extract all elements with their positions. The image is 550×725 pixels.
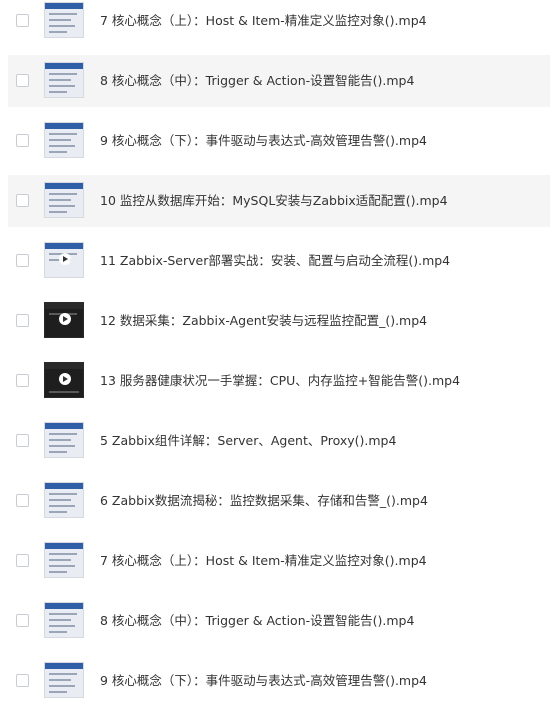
file-row[interactable]: 12 数据采集：Zabbix-Agent安装与远程监控配置_().mp4 xyxy=(8,295,550,347)
file-name: 13 服务器健康状况一手掌握：CPU、内存监控+智能告警().mp4 xyxy=(100,373,461,388)
video-thumbnail-icon xyxy=(44,122,84,158)
row-checkbox[interactable] xyxy=(16,134,29,147)
file-name: 11 Zabbix-Server部署实战：安装、配置与启动全流程().mp4 xyxy=(100,253,451,268)
file-name: 12 数据采集：Zabbix-Agent安装与远程监控配置_().mp4 xyxy=(100,313,428,328)
row-checkbox[interactable] xyxy=(16,194,29,207)
file-name: 8 核心概念（中）：Trigger & Action-设置智能告().mp4 xyxy=(100,73,415,88)
video-thumbnail-icon xyxy=(44,2,84,38)
file-row[interactable]: 6 Zabbix数据流揭秘：监控数据采集、存储和告警_().mp4 xyxy=(8,475,550,527)
file-name: 9 核心概念（下）：事件驱动与表达式-高效管理告警().mp4 xyxy=(100,133,427,148)
row-checkbox[interactable] xyxy=(16,614,29,627)
file-name: 6 Zabbix数据流揭秘：监控数据采集、存储和告警_().mp4 xyxy=(100,493,428,508)
video-thumbnail-icon xyxy=(44,482,84,518)
row-checkbox[interactable] xyxy=(16,434,29,447)
file-row[interactable]: 8 核心概念（中）：Trigger & Action-设置智能告().mp4 xyxy=(8,55,550,107)
video-thumbnail-icon xyxy=(44,242,84,278)
video-thumbnail-icon xyxy=(44,362,84,398)
file-name: 5 Zabbix组件详解：Server、Agent、Proxy().mp4 xyxy=(100,433,397,448)
row-checkbox[interactable] xyxy=(16,494,29,507)
play-icon xyxy=(59,313,71,325)
play-icon xyxy=(59,253,71,265)
file-row[interactable]: 7 核心概念（上）：Host & Item-精准定义监控对象().mp4 xyxy=(8,535,550,587)
row-checkbox[interactable] xyxy=(16,74,29,87)
file-list: 7 核心概念（上）：Host & Item-精准定义监控对象().mp4 8 核… xyxy=(0,0,550,725)
row-checkbox[interactable] xyxy=(16,554,29,567)
file-name: 7 核心概念（上）：Host & Item-精准定义监控对象().mp4 xyxy=(100,13,427,28)
video-thumbnail-icon xyxy=(44,182,84,218)
video-thumbnail-icon xyxy=(44,602,84,638)
video-thumbnail-icon xyxy=(44,542,84,578)
row-checkbox[interactable] xyxy=(16,254,29,267)
video-thumbnail-icon xyxy=(44,662,84,698)
play-icon xyxy=(59,373,71,385)
file-name: 8 核心概念（中）：Trigger & Action-设置智能告().mp4 xyxy=(100,613,415,628)
video-thumbnail-icon xyxy=(44,62,84,98)
file-row[interactable]: 7 核心概念（上）：Host & Item-精准定义监控对象().mp4 xyxy=(8,0,550,47)
file-row[interactable]: 8 核心概念（中）：Trigger & Action-设置智能告().mp4 xyxy=(8,595,550,647)
file-row[interactable]: 9 核心概念（下）：事件驱动与表达式-高效管理告警().mp4 xyxy=(8,115,550,167)
row-checkbox[interactable] xyxy=(16,14,29,27)
video-thumbnail-icon xyxy=(44,302,84,338)
file-row[interactable]: 9 核心概念（下）：事件驱动与表达式-高效管理告警().mp4 xyxy=(8,655,550,707)
row-checkbox[interactable] xyxy=(16,674,29,687)
file-row[interactable]: 10 监控从数据库开始：MySQL安装与Zabbix适配配置().mp4 xyxy=(8,175,550,227)
file-row[interactable]: 11 Zabbix-Server部署实战：安装、配置与启动全流程().mp4 xyxy=(8,235,550,287)
file-name: 10 监控从数据库开始：MySQL安装与Zabbix适配配置().mp4 xyxy=(100,193,448,208)
file-name: 7 核心概念（上）：Host & Item-精准定义监控对象().mp4 xyxy=(100,553,427,568)
video-thumbnail-icon xyxy=(44,422,84,458)
row-checkbox[interactable] xyxy=(16,374,29,387)
file-row[interactable]: 13 服务器健康状况一手掌握：CPU、内存监控+智能告警().mp4 xyxy=(8,355,550,407)
file-row[interactable]: 5 Zabbix组件详解：Server、Agent、Proxy().mp4 xyxy=(8,415,550,467)
row-checkbox[interactable] xyxy=(16,314,29,327)
file-name: 9 核心概念（下）：事件驱动与表达式-高效管理告警().mp4 xyxy=(100,673,427,688)
